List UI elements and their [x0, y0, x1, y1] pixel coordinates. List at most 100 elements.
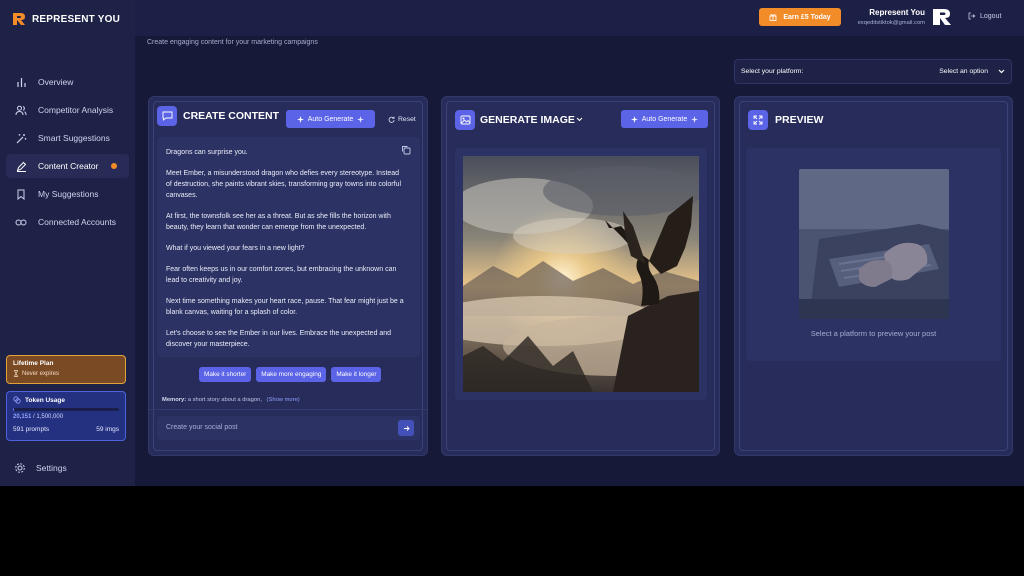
- reset-label: Reset: [398, 116, 416, 123]
- sidebar-item-my-suggestions[interactable]: My Suggestions: [6, 182, 129, 206]
- refresh-icon: [388, 116, 395, 123]
- generate-image-card: GENERATE IMAGE Auto Generate: [441, 96, 720, 456]
- platform-select[interactable]: Select your platform: Select an option: [734, 59, 1012, 84]
- social-post-input[interactable]: Create your social post: [157, 416, 420, 440]
- preview-hint: Select a platform to preview your post: [810, 329, 937, 338]
- plan-status: Never expires: [22, 370, 60, 377]
- auto-generate-image-button[interactable]: Auto Generate: [621, 110, 708, 128]
- make-longer-button[interactable]: Make it longer: [331, 367, 382, 382]
- coins-icon: [13, 396, 21, 404]
- logout-label: Logout: [980, 12, 1002, 20]
- auto-generate-label: Auto Generate: [307, 115, 354, 123]
- generated-content: Dragons can surprise you. Meet Ember, a …: [166, 147, 406, 360]
- sidebar-item-label: My Suggestions: [38, 189, 99, 199]
- brand[interactable]: REPRESENT YOU: [12, 12, 120, 26]
- bookmark-icon: [14, 187, 28, 201]
- expand-icon: [748, 110, 768, 130]
- sparkle-icon: [296, 115, 304, 123]
- generate-image-title: GENERATE IMAGE: [480, 114, 575, 126]
- sidebar-item-overview[interactable]: Overview: [6, 70, 129, 94]
- hourglass-icon: [13, 370, 19, 377]
- brand-logo-icon: [13, 13, 25, 25]
- content-paragraph: Fear often keeps us in our comfort zones…: [166, 266, 397, 284]
- earn-label: Earn £5 Today: [783, 13, 831, 21]
- make-more-engaging-button[interactable]: Make more engaging: [256, 367, 327, 382]
- pencil-icon: [14, 159, 28, 173]
- content-paragraph: Dragons can surprise you.: [166, 149, 248, 156]
- tokens-total: / 1,500,000: [33, 414, 64, 420]
- image-icon: [455, 110, 475, 130]
- gift-icon: [769, 14, 777, 21]
- platform-label: Select your platform:: [741, 68, 804, 75]
- post-placeholder: Create your social post: [166, 424, 238, 431]
- memory-label: Memory:: [162, 397, 187, 403]
- token-progress-fill: [13, 408, 15, 411]
- auto-generate-label: Auto Generate: [641, 115, 688, 123]
- settings-label: Settings: [36, 463, 67, 473]
- avatar[interactable]: [932, 8, 952, 26]
- chat-icon: [157, 106, 177, 126]
- generated-image-frame: [455, 148, 707, 400]
- sidebar-item-smart-suggestions[interactable]: Smart Suggestions: [6, 126, 129, 150]
- preview-placeholder-image: [799, 169, 949, 319]
- content-textarea[interactable]: Dragons can surprise you. Meet Ember, a …: [157, 137, 420, 357]
- sidebar-item-label: Smart Suggestions: [38, 133, 110, 143]
- sidebar: REPRESENT YOU Overview Competitor Analys…: [0, 0, 135, 486]
- sidebar-item-label: Content Creator: [38, 161, 99, 171]
- preview-card: PREVIEW Select a platform to preview you…: [734, 96, 1013, 456]
- prompts-count: 591 prompts: [13, 426, 50, 433]
- create-content-card: CREATE CONTENT Auto Generate Reset Drago…: [148, 96, 428, 456]
- link-icon: [14, 215, 28, 229]
- app-window: REPRESENT YOU Overview Competitor Analys…: [0, 0, 1024, 486]
- user-name: Represent You: [869, 8, 925, 17]
- sidebar-item-content-creator[interactable]: Content Creator: [6, 154, 129, 178]
- notification-dot: [111, 163, 117, 169]
- content-paragraph: Meet Ember, a misunderstood dragon who d…: [166, 170, 401, 199]
- preview-area: Select a platform to preview your post: [746, 148, 1001, 361]
- arrow-right-icon: [403, 425, 410, 431]
- users-icon: [14, 103, 28, 117]
- make-shorter-button[interactable]: Make it shorter: [199, 367, 252, 382]
- platform-value: Select an option: [939, 68, 988, 75]
- auto-generate-content-button[interactable]: Auto Generate: [286, 110, 375, 128]
- generated-dragon-image[interactable]: [463, 156, 699, 392]
- bar-chart-icon: [14, 75, 28, 89]
- chevron-down-icon: [998, 69, 1005, 74]
- logout-button[interactable]: Logout: [968, 12, 1001, 20]
- copy-icon[interactable]: [401, 145, 411, 155]
- content-paragraph: Next time something makes your heart rac…: [166, 298, 404, 316]
- token-progress-bar: [13, 408, 119, 411]
- sparkle-small-icon: [357, 115, 365, 123]
- content-paragraph: At first, the townsfolk see her as a thr…: [166, 213, 391, 231]
- reset-button[interactable]: Reset: [388, 116, 416, 123]
- preview-title: PREVIEW: [775, 114, 824, 126]
- gear-icon: [15, 463, 25, 473]
- sidebar-item-connected-accounts[interactable]: Connected Accounts: [6, 210, 129, 234]
- content-paragraph: Let's choose to see the Ember in our liv…: [166, 330, 392, 348]
- sparkle-icon: [630, 115, 638, 123]
- topbar: Earn £5 Today Represent You exqeditstikt…: [135, 0, 1024, 36]
- content-paragraph: What if you viewed your fears in a new l…: [166, 245, 305, 252]
- plan-card: Lifetime Plan Never expires: [6, 355, 126, 384]
- user-info[interactable]: Represent You exqeditstiktok@gmail.com: [849, 8, 925, 26]
- memory-text: a short story about a dragon,: [187, 397, 262, 403]
- chevron-down-icon[interactable]: [576, 117, 583, 122]
- letterbox-bottom: [0, 486, 1024, 576]
- magic-wand-icon: [14, 131, 28, 145]
- tokens-used: 20,151: [13, 414, 32, 420]
- show-more-link[interactable]: (Show more): [267, 397, 300, 403]
- create-content-title: CREATE CONTENT: [183, 110, 280, 122]
- sparkle-small-icon: [691, 115, 699, 123]
- user-email: exqeditstiktok@gmail.com: [857, 20, 925, 26]
- send-button[interactable]: [398, 420, 414, 436]
- earn-button[interactable]: Earn £5 Today: [759, 8, 841, 26]
- memory-line: Memory: a short story about a dragon, (S…: [162, 397, 300, 403]
- sidebar-nav: Overview Competitor Analysis Smart Sugge…: [6, 70, 129, 238]
- logout-icon: [968, 12, 976, 20]
- page-subtitle: Create engaging content for your marketi…: [147, 39, 318, 46]
- plan-title: Lifetime Plan: [13, 360, 54, 367]
- sidebar-item-competitor-analysis[interactable]: Competitor Analysis: [6, 98, 129, 122]
- images-count: 59 imgs: [96, 426, 119, 433]
- sidebar-item-settings[interactable]: Settings: [14, 462, 67, 474]
- sidebar-item-label: Overview: [38, 77, 74, 87]
